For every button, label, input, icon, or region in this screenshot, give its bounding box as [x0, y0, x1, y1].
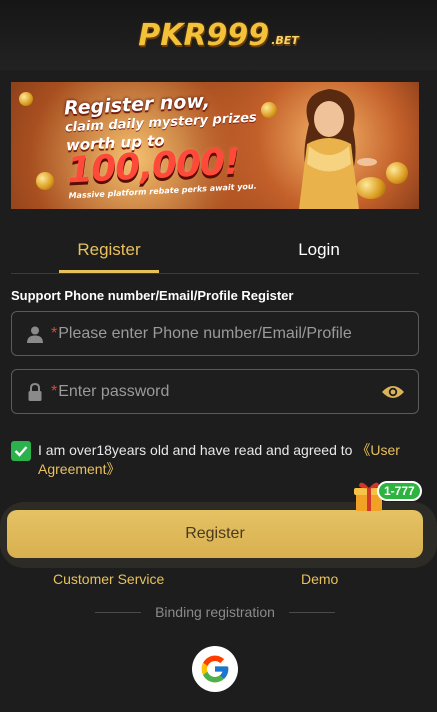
auth-tabs: Register Login — [11, 226, 419, 274]
lock-icon — [25, 382, 45, 402]
required-mark: * — [51, 382, 58, 400]
tab-register[interactable]: Register — [59, 226, 159, 274]
eye-icon[interactable] — [380, 382, 406, 402]
demo-link[interactable]: Demo — [301, 571, 338, 587]
phone-email-field: * — [11, 311, 419, 356]
logo-text: PKR999 — [138, 17, 270, 53]
register-page: PKR999 .BET Register now, claim daily my… — [0, 0, 437, 712]
gift-badge[interactable]: 1-777 — [377, 481, 422, 501]
check-icon — [14, 446, 28, 457]
password-input[interactable] — [58, 370, 380, 413]
google-login-button[interactable] — [192, 646, 238, 692]
phone-email-input[interactable] — [58, 312, 418, 355]
customer-service-link[interactable]: Customer Service — [53, 571, 164, 587]
coin-decoration — [19, 92, 33, 106]
coin-decoration — [36, 172, 54, 190]
coin-decoration — [386, 162, 408, 184]
header: PKR999 .BET — [0, 0, 437, 70]
promo-banner[interactable]: Register now, claim daily mystery prizes… — [11, 82, 419, 209]
brand-logo[interactable]: PKR999 .BET — [138, 18, 299, 53]
agreement-checkbox[interactable] — [11, 441, 31, 461]
google-icon — [201, 655, 229, 683]
promo-model-illustration — [299, 89, 377, 209]
password-field: * — [11, 369, 419, 414]
active-tab-indicator — [59, 270, 159, 273]
user-icon — [25, 324, 45, 344]
register-methods-label: Support Phone number/Email/Profile Regis… — [11, 288, 294, 303]
required-mark: * — [51, 324, 58, 342]
agreement-text: I am over18years old and have read and a… — [38, 441, 418, 479]
divider-line — [289, 612, 335, 613]
register-button[interactable]: Register — [7, 510, 423, 558]
banner-copy: Register now, claim daily mystery prizes… — [63, 87, 278, 201]
binding-divider: Binding registration — [95, 604, 335, 620]
logo-suffix: .BET — [271, 33, 299, 47]
tab-login[interactable]: Login — [269, 226, 369, 274]
agreement-label: I am over18years old and have read and a… — [38, 442, 357, 458]
